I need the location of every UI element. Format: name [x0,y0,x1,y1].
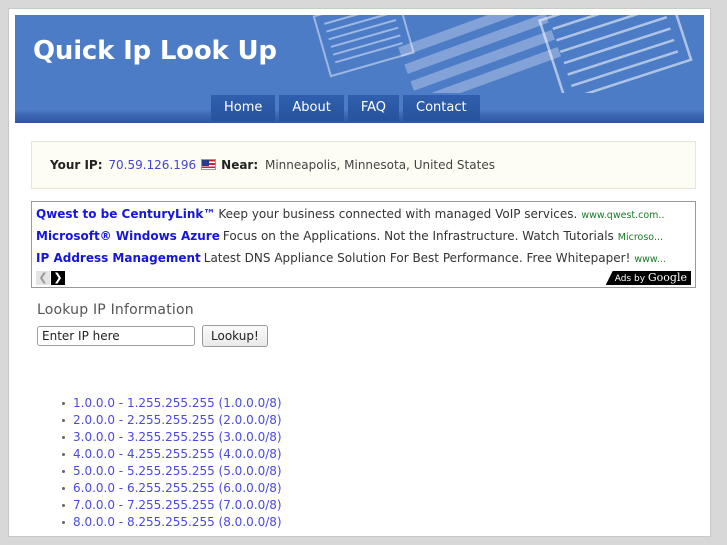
ad-url: Microso... [617,232,664,243]
list-item: 5.0.0.0 - 5.255.255.255 (5.0.0.0/8) [62,463,704,480]
ip-range-link[interactable]: 1.0.0.0 - 1.255.255.255 (1.0.0.0/8) [73,396,282,410]
lookup-heading: Lookup IP Information [37,302,194,318]
lookup-button[interactable]: Lookup! [202,325,268,347]
list-item: 6.0.0.0 - 6.255.255.255 (6.0.0.0/8) [62,480,704,497]
ads-by-google-badge[interactable]: Ads by Google [605,271,691,285]
near-location-value: Minneapolis, Minnesota, United States [264,158,495,172]
site-header: Quick Ip Look Up Home About FAQ Contact [15,15,704,123]
nav-item-home[interactable]: Home [211,95,276,121]
ad-url: www.qwest.com.. [581,210,665,221]
ad-title-link[interactable]: Qwest to be CenturyLink™ [36,207,215,221]
ip-range-link[interactable]: 8.0.0.0 - 8.255.255.255 (8.0.0.0/8) [73,515,282,529]
ip-range-list: 1.0.0.0 - 1.255.255.255 (1.0.0.0/8) 2.0.… [15,395,704,531]
ip-range-link[interactable]: 5.0.0.0 - 5.255.255.255 (5.0.0.0/8) [73,464,282,478]
lookup-form: Lookup! [37,325,704,347]
nav-item-about[interactable]: About [279,95,344,121]
page-container: Quick Ip Look Up Home About FAQ Contact … [8,8,711,537]
nav-item-faq[interactable]: FAQ [347,95,400,121]
nav-item-contact[interactable]: Contact [403,95,480,121]
list-item: 2.0.0.0 - 2.255.255.255 (2.0.0.0/8) [62,412,704,429]
ad-prev-arrow-icon[interactable]: ❮ [36,271,50,285]
ad-description: Latest DNS Appliance Solution For Best P… [203,251,631,265]
ad-row: Qwest to be CenturyLink™ Keep your busine… [36,204,691,226]
your-ip-value: 70.59.126.196 [108,158,197,172]
ad-url: www... [634,254,666,265]
ip-range-link[interactable]: 7.0.0.0 - 7.255.255.255 (7.0.0.0/8) [73,498,282,512]
ip-range-link[interactable]: 4.0.0.0 - 4.255.255.255 (4.0.0.0/8) [73,447,282,461]
list-item: 8.0.0.0 - 8.255.255.255 (8.0.0.0/8) [62,514,704,531]
ip-input[interactable] [37,326,195,346]
ad-pager: ❮ ❯ [36,271,65,285]
ad-title-link[interactable]: Microsoft® Windows Azure [36,229,220,243]
page-title: Quick Ip Look Up [33,36,277,66]
your-ip-label: Your IP: [50,158,103,172]
list-item: 3.0.0.0 - 3.255.255.255 (3.0.0.0/8) [62,429,704,446]
ad-row: IP Address Management Latest DNS Applianc… [36,248,691,270]
ip-range-link[interactable]: 6.0.0.0 - 6.255.255.255 (6.0.0.0/8) [73,481,282,495]
ip-range-link[interactable]: 3.0.0.0 - 3.255.255.255 (3.0.0.0/8) [73,430,282,444]
ip-range-link[interactable]: 2.0.0.0 - 2.255.255.255 (2.0.0.0/8) [73,413,282,427]
ip-info-line: Your IP: 70.59.126.196 Near: Minneapolis,… [50,158,495,172]
ip-info-box: Your IP: 70.59.126.196 Near: Minneapolis,… [31,141,696,189]
main-nav: Home About FAQ Contact [211,95,480,121]
ad-description: Focus on the Applications. Not the Infra… [222,229,614,243]
ads-footer: ❮ ❯ Ads by Google [36,271,691,287]
near-label: Near: [221,158,259,172]
ad-title-link[interactable]: IP Address Management [36,251,201,265]
main-content: Your IP: 70.59.126.196 Near: Minneapolis,… [9,141,710,531]
list-item: 4.0.0.0 - 4.255.255.255 (4.0.0.0/8) [62,446,704,463]
list-item: 1.0.0.0 - 1.255.255.255 (1.0.0.0/8) [62,395,704,412]
ads-block: Qwest to be CenturyLink™ Keep your busine… [31,201,696,288]
ad-description: Keep your business connected with manage… [218,207,578,221]
ads-by-google-brand: Google [647,271,687,284]
list-item: 7.0.0.0 - 7.255.255.255 (7.0.0.0/8) [62,497,704,514]
nav-strip: Home About FAQ Contact [15,93,704,123]
ads-by-google-prefix: Ads by [614,274,648,284]
ad-row: Microsoft® Windows Azure Focus on the App… [36,226,691,248]
ad-next-arrow-icon[interactable]: ❯ [51,271,65,285]
us-flag-icon [201,159,217,170]
